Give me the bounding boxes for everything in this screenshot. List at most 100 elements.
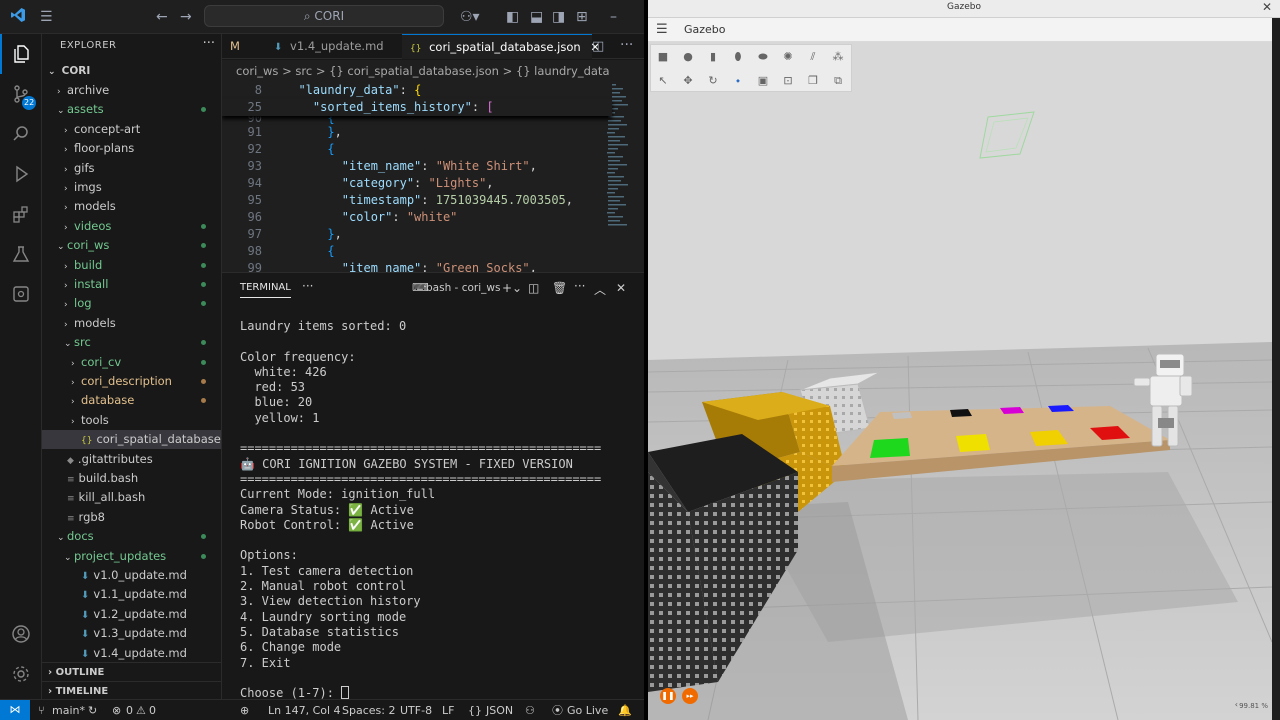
close-panel-icon[interactable]: ✕	[616, 281, 626, 295]
notifications-bell-icon[interactable]: 🔔	[618, 700, 632, 720]
explorer-root[interactable]: ⌄ CORI	[42, 62, 221, 81]
tree-item-tools[interactable]: › tools	[42, 411, 221, 430]
copy-icon[interactable]: ❐	[805, 73, 821, 89]
more-actions-icon[interactable]: ···	[203, 36, 215, 51]
editor-more-icon[interactable]: ···	[620, 36, 633, 54]
cursor-position[interactable]: Ln 147, Col 4	[268, 700, 341, 720]
capsule-shape-icon[interactable]: ⬮	[730, 49, 746, 65]
minimize-icon[interactable]: –	[610, 8, 617, 26]
sync-icon[interactable]: ↻	[88, 700, 97, 720]
split-editor-icon[interactable]: ◫	[592, 38, 604, 56]
toggle-secondary-sidebar-icon[interactable]: ◨	[552, 8, 565, 26]
tree-item-rgb8[interactable]: ≡ rgb8	[42, 508, 221, 527]
box-shape-icon[interactable]: ■	[655, 49, 671, 65]
sphere-shape-icon[interactable]: ●	[680, 49, 696, 65]
tree-item-build-bash[interactable]: ≡ build.bash	[42, 469, 221, 488]
tree-item-v1-0-update-md[interactable]: ⬇ v1.0_update.md	[42, 566, 221, 585]
tab-v1.4-update[interactable]: ⬇ v1.4_update.md	[262, 34, 402, 59]
remote-explorer-icon[interactable]	[0, 274, 42, 314]
tab-modified[interactable]: M	[222, 34, 262, 59]
toggle-panel-icon[interactable]: ⬓	[530, 8, 543, 26]
cylinder-shape-icon[interactable]: ▮	[705, 49, 721, 65]
tree-item-assets[interactable]: ⌄ assets	[42, 100, 221, 119]
back-arrow-icon[interactable]: ←	[156, 8, 168, 26]
rotate-mode-icon[interactable]: ↻	[705, 73, 721, 89]
tree-item-v1-3-update-md[interactable]: ⬇ v1.3_update.md	[42, 624, 221, 643]
copilot-icon[interactable]: ⚇▾	[460, 8, 480, 26]
select-mode-icon[interactable]: ↖	[655, 73, 671, 89]
go-live-button[interactable]: Go Live	[567, 700, 608, 720]
language-mode[interactable]: JSON	[486, 700, 513, 720]
tree-item-videos[interactable]: › videos	[42, 217, 221, 236]
tab-cori-spatial-database[interactable]: {} cori_spatial_database.json ✕	[402, 34, 600, 59]
pause-simulation-button[interactable]: ❚❚	[660, 688, 676, 704]
tree-item-concept-art[interactable]: › concept-art	[42, 120, 221, 139]
tree-item-v1-4-update-md[interactable]: ⬇ v1.4_update.md	[42, 644, 221, 663]
directional-light-icon[interactable]: ⫽	[805, 49, 821, 65]
run-debug-icon[interactable]	[0, 154, 42, 194]
tree-item-build[interactable]: › build	[42, 256, 221, 275]
tab-terminal[interactable]: TERMINAL	[240, 282, 291, 298]
new-terminal-icon[interactable]: +⌄	[502, 281, 522, 295]
tree-item-gifs[interactable]: › gifs	[42, 159, 221, 178]
maximize-panel-icon[interactable]: ︿	[594, 281, 606, 298]
tree-item-floor-plans[interactable]: › floor-plans	[42, 139, 221, 158]
camera-icon[interactable]: ⊡	[780, 73, 796, 89]
layout-icon[interactable]: ⊞	[576, 8, 588, 26]
outline-section[interactable]: › OUTLINE	[42, 662, 221, 682]
tree-item-archive[interactable]: › archive	[42, 81, 221, 100]
tree-item-cori-ws[interactable]: ⌄ cori_ws	[42, 236, 221, 255]
rtf-expand-icon[interactable]: ‹	[1235, 700, 1238, 709]
tree-item-cori-spatial-database-js-[interactable]: {}cori_spatial_database.js...	[42, 430, 221, 450]
paste-icon[interactable]: ⧉	[830, 73, 846, 89]
tree-item-models[interactable]: › models	[42, 197, 221, 216]
point-light-icon[interactable]: ✺	[780, 49, 796, 65]
tree-item-v1-1-update-md[interactable]: ⬇ v1.1_update.md	[42, 585, 221, 604]
terminal-shell-label[interactable]: bash - cori_ws	[426, 282, 500, 294]
forward-arrow-icon[interactable]: →	[180, 8, 192, 26]
tree-item-cori-description[interactable]: › cori_description	[42, 372, 221, 391]
zoom-icon[interactable]: ⊕	[240, 700, 249, 720]
tree-item-docs[interactable]: ⌄ docs	[42, 527, 221, 546]
testing-flask-icon[interactable]	[0, 234, 42, 274]
warning-count[interactable]: 0	[149, 700, 156, 720]
explorer-icon[interactable]	[0, 34, 42, 74]
settings-gear-icon[interactable]	[0, 654, 42, 694]
tree-item-imgs[interactable]: › imgs	[42, 178, 221, 197]
tree-item-database[interactable]: › database	[42, 391, 221, 410]
tree-item-models[interactable]: › models	[42, 314, 221, 333]
menu-hamburger-icon[interactable]: ☰	[40, 8, 53, 26]
breadcrumb[interactable]: cori_ws > src > {} cori_spatial_database…	[222, 60, 644, 82]
step-simulation-button[interactable]: ▸▸	[682, 688, 698, 704]
3d-scene-viewport[interactable]	[648, 42, 1272, 720]
kill-terminal-icon[interactable]: 🗑	[552, 281, 567, 295]
error-count[interactable]: 0	[126, 700, 133, 720]
command-center-search[interactable]: ⌕ CORI	[204, 5, 444, 27]
translate-mode-icon[interactable]: ✥	[680, 73, 696, 89]
panel-more-icon[interactable]: ···	[302, 279, 313, 293]
close-window-icon[interactable]: ✕	[1262, 0, 1272, 14]
remote-indicator-icon[interactable]: ⋈	[0, 700, 30, 720]
snap-icon[interactable]: ⬩	[730, 73, 746, 89]
tree-item-src[interactable]: ⌄ src	[42, 333, 221, 352]
ellipsoid-shape-icon[interactable]: ⬬	[755, 49, 771, 65]
more-actions-icon[interactable]: ···	[574, 279, 585, 293]
source-control-icon[interactable]: 22	[0, 74, 42, 114]
line-ending[interactable]: LF	[442, 700, 454, 720]
account-icon[interactable]	[0, 614, 42, 654]
toggle-sidebar-icon[interactable]: ◧	[506, 8, 519, 26]
indentation[interactable]: Spaces: 2	[342, 700, 395, 720]
extensions-icon[interactable]	[0, 194, 42, 234]
tree-item-kill-all-bash[interactable]: ≡ kill_all.bash	[42, 488, 221, 507]
gazebo-menu-icon[interactable]: ☰	[656, 22, 668, 37]
code-editor[interactable]: 8 "laundry_data": {25 "sorted_items_hist…	[222, 82, 644, 272]
git-branch[interactable]: main*	[52, 700, 85, 720]
tree-item-install[interactable]: › install	[42, 275, 221, 294]
tree-item-project-updates[interactable]: ⌄ project_updates	[42, 547, 221, 566]
terminal-output[interactable]: Laundry items sorted: 0 Color frequency: …	[240, 319, 640, 701]
copilot-status-icon[interactable]: ⚇	[525, 700, 535, 720]
screenshot-icon[interactable]: ▣	[755, 73, 771, 89]
tree-item-log[interactable]: › log	[42, 294, 221, 313]
tree-item-v1-2-update-md[interactable]: ⬇ v1.2_update.md	[42, 605, 221, 624]
spot-light-icon[interactable]: ⁂	[830, 49, 846, 65]
